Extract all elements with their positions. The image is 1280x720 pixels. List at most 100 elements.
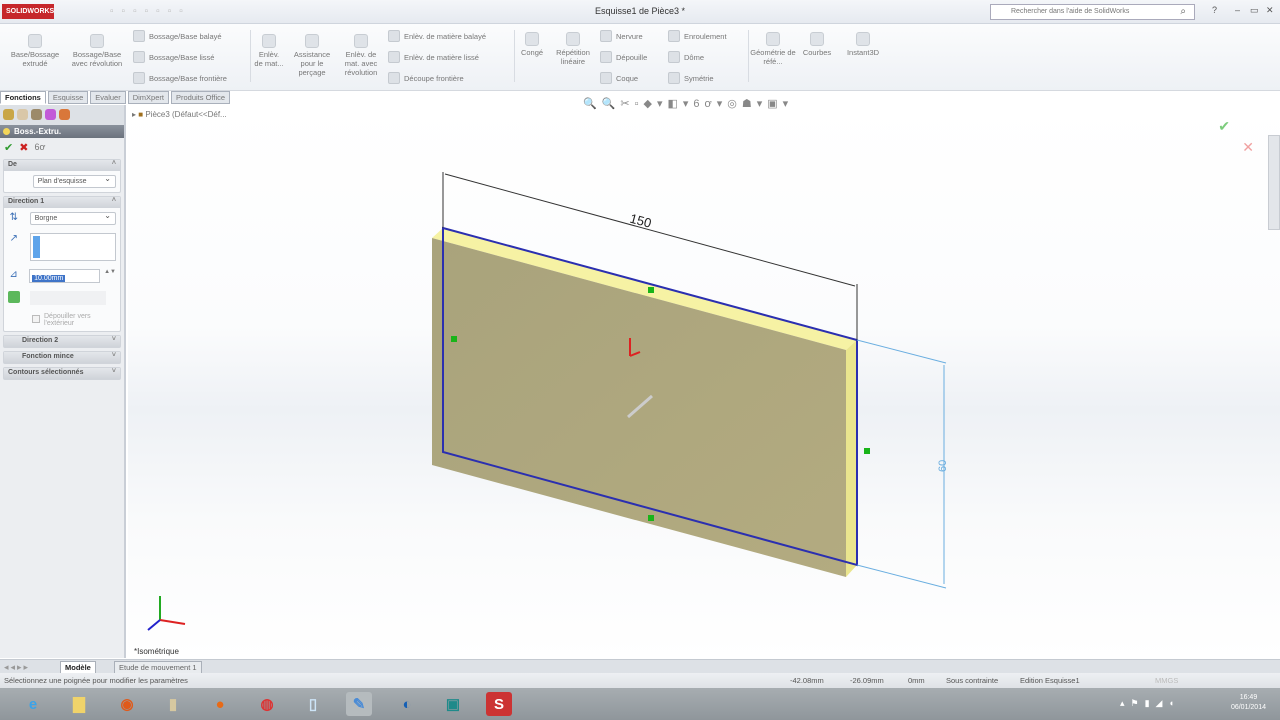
direction2-label: Direction 2 — [22, 337, 59, 344]
search-placeholder: Rechercher dans l'aide de SolidWorks — [1011, 8, 1130, 15]
cancel-x-icon[interactable]: ✖ — [19, 141, 28, 154]
system-tray-icons[interactable]: ▴⚑▮◢◖ — [1120, 698, 1180, 709]
lofted-boss-button[interactable]: Bossage/Base lissé — [133, 51, 214, 63]
direction1-label: Direction 1 — [8, 198, 45, 205]
direction1-group: Direction 1 ˄ ⇅ Borgne ↗ ⊿ 10.00mm▲▼ Dépoui… — [3, 196, 121, 332]
dome-button[interactable]: Dôme — [668, 51, 704, 63]
firefox-icon[interactable]: ● — [207, 692, 233, 716]
boundary-cut-button[interactable]: Découpe frontière — [388, 72, 464, 84]
feature-title: Boss.-Extru. — [0, 125, 124, 138]
thin-feature-group[interactable]: Fonction mince ˅ — [3, 351, 121, 364]
file-explorer-icon[interactable]: ▇ — [66, 692, 92, 716]
reference-geometry-button[interactable]: Géométrie de réfé... — [750, 32, 796, 66]
property-manager-panel: Boss.-Extru. ✔ ✖ 6ơ De ˄ Plan d'esquisse … — [0, 105, 126, 658]
search-icon[interactable]: ⌕ — [1180, 6, 1186, 17]
graphics-area[interactable]: ▸ ■ Pièce3 (Défaut<<Déf... 🔍🔍✂▫◆▾◧▾6ơ▾◎☗… — [128, 98, 1280, 658]
hole-wizard-button[interactable]: Assistance pour le perçage — [288, 34, 336, 77]
feature-tree-tab-icon[interactable] — [3, 109, 14, 120]
from-group: De ˄ Plan d'esquisse — [3, 159, 121, 193]
sketch-state: Sous contrainte — [946, 676, 999, 685]
tab-scroll-arrows[interactable]: ◂◂▸▸ — [4, 662, 30, 673]
display-manager-tab-icon[interactable] — [59, 109, 70, 120]
direction-vector-icon: ↗ — [9, 233, 19, 244]
end-condition-select[interactable]: Borgne — [29, 211, 116, 225]
configuration-tab-icon[interactable] — [31, 109, 42, 120]
depth-icon: ⊿ — [9, 269, 18, 280]
boundary-boss-button[interactable]: Bossage/Base frontière — [133, 72, 227, 84]
solidworks-taskbar-icon[interactable]: S — [486, 692, 512, 716]
command-tabs: Fonctions Esquisse Evaluer DimXpert Prod… — [0, 91, 231, 105]
status-message: Sélectionnez une poignée pour modifier l… — [4, 676, 188, 685]
heads-up-view-toolbar[interactable]: 🔍🔍✂▫◆▾◧▾6ơ▾◎☗▾▣▾ — [583, 97, 793, 110]
swept-cut-button[interactable]: Enlèv. de matière balayé — [388, 30, 486, 42]
direction-selection-box[interactable] — [29, 233, 116, 261]
help-icon[interactable]: ? — [1212, 5, 1217, 15]
shell-button[interactable]: Coque — [600, 72, 638, 84]
revolved-boss-button[interactable]: Bossage/Base avec révolution — [68, 34, 126, 68]
reverse-direction-icon[interactable]: ⇅ — [8, 212, 20, 224]
clock[interactable]: 16:49 06/01/2014 — [1231, 693, 1266, 713]
command-manager-ribbon: Base/Bossage extrudé Bossage/Base avec r… — [0, 24, 1280, 91]
manager-tabs — [0, 105, 124, 125]
unit-system[interactable]: MMGS — [1155, 676, 1178, 685]
minimize-button[interactable]: – — [1235, 5, 1240, 15]
linear-pattern-button[interactable]: Répétition linéaire — [550, 32, 596, 66]
curves-button[interactable]: Courbes — [798, 32, 836, 57]
tab-dimxpert[interactable]: DimXpert — [127, 91, 169, 104]
cursor-x: -42.08mm — [790, 676, 824, 685]
confirm-corner-ok-icon[interactable]: ✔ — [1218, 118, 1230, 135]
publisher-icon[interactable]: ▣ — [440, 692, 466, 716]
detailed-preview-icon[interactable]: 6ơ — [34, 142, 45, 152]
notepad-icon[interactable]: ▯ — [300, 692, 326, 716]
tab-esquisse[interactable]: Esquisse — [47, 91, 89, 104]
extruded-cut-button[interactable]: Enlèv. de mat... — [254, 34, 284, 68]
archive-icon[interactable]: ▮ — [160, 692, 186, 716]
tab-produits-office[interactable]: Produits Office — [170, 91, 231, 104]
selected-contours-group[interactable]: Contours sélectionnés ˅ — [3, 367, 121, 380]
fillet-button[interactable]: Congé — [516, 32, 548, 57]
status-bar: Sélectionnez une poignée pour modifier l… — [0, 673, 1280, 688]
tab-fonctions[interactable]: Fonctions — [0, 91, 46, 104]
depth-input[interactable]: 10.00mm — [29, 269, 101, 283]
view-orientation-label: *Isométrique — [134, 647, 179, 656]
internet-explorer-icon[interactable]: e — [20, 692, 46, 716]
feature-tree-breadcrumb[interactable]: ▸ ■ Pièce3 (Défaut<<Déf... — [132, 110, 227, 119]
draft-toggle-icon[interactable] — [8, 291, 20, 303]
draft-angle-input[interactable] — [30, 291, 106, 305]
cursor-y: -26.09mm — [850, 676, 884, 685]
tab-evaluer[interactable]: Evaluer — [90, 91, 126, 104]
ok-check-icon[interactable]: ✔ — [4, 141, 13, 154]
edit-mode: Edition Esquisse1 — [1020, 676, 1080, 685]
chrome-icon[interactable]: ◍ — [254, 692, 280, 716]
task-pane-tabs[interactable] — [1268, 135, 1280, 230]
teamviewer-icon[interactable]: ◐ — [394, 692, 420, 716]
mirror-button[interactable]: Symétrie — [668, 72, 714, 84]
restore-button[interactable]: ▭ — [1250, 5, 1259, 16]
media-app-icon[interactable]: ◉ — [114, 692, 140, 716]
collapse-icon[interactable]: ˄ — [112, 160, 116, 167]
windows-taskbar: e ▇ ◉ ▮ ● ◍ ▯ ✎ ◐ ▣ S ▴⚑▮◢◖ 16:49 06/01/2… — [0, 688, 1280, 720]
collapse-icon[interactable]: ˄ — [112, 197, 116, 204]
selected-contours-label: Contours sélectionnés — [8, 369, 84, 376]
dimxpert-tab-icon[interactable] — [45, 109, 56, 120]
extruded-boss-button[interactable]: Base/Bossage extrudé — [6, 34, 64, 68]
property-manager-tab-icon[interactable] — [17, 109, 28, 120]
instant3d-button[interactable]: Instant3D — [840, 32, 886, 57]
draft-button[interactable]: Dépouille — [600, 51, 647, 63]
wrap-button[interactable]: Enroulement — [668, 30, 727, 42]
start-condition-select[interactable]: Plan d'esquisse — [32, 174, 116, 188]
close-button[interactable]: ✕ — [1266, 5, 1274, 16]
depth-spinner[interactable]: ▲▼ — [104, 269, 116, 275]
lofted-cut-button[interactable]: Enlèv. de matière lissé — [388, 51, 479, 63]
paint-icon[interactable]: ✎ — [346, 692, 372, 716]
draft-outward-label: Dépouiller vers l'extérieur — [44, 313, 91, 327]
swept-boss-button[interactable]: Bossage/Base balayé — [133, 30, 222, 42]
thin-feature-label: Fonction mince — [22, 353, 74, 360]
direction2-group[interactable]: Direction 2 ˅ — [3, 335, 121, 348]
revolved-cut-button[interactable]: Enlèv. de mat. avec révolution — [338, 34, 384, 77]
rib-button[interactable]: Nervure — [600, 30, 643, 42]
draft-outward-checkbox[interactable] — [32, 315, 40, 323]
help-search-input[interactable]: Rechercher dans l'aide de SolidWorks ⌕ — [990, 4, 1195, 20]
cursor-z: 0mm — [908, 676, 925, 685]
confirm-corner-cancel-icon[interactable]: ✕ — [1242, 139, 1254, 156]
